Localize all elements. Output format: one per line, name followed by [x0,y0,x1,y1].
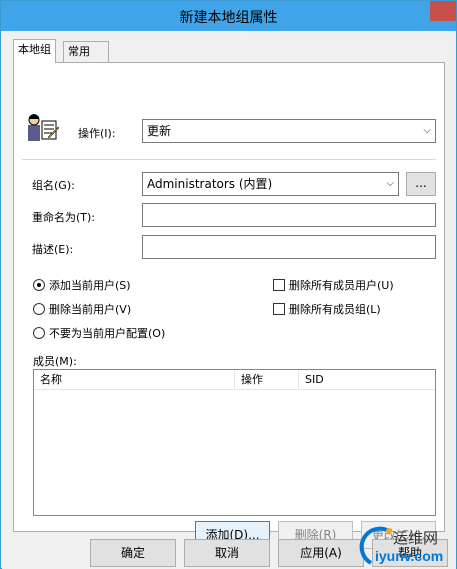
action-select[interactable]: 更新 ⌵ [142,119,436,143]
separator [22,159,436,160]
browse-button[interactable]: ... [406,172,436,196]
chevron-down-icon: ⌵ [386,178,394,189]
checkbox-remove-member-users[interactable] [273,279,285,291]
group-name-label: 组名(G): [32,179,75,192]
apply-button[interactable]: 应用(A) [278,539,364,567]
tab-common[interactable]: 常用 [63,41,109,63]
radio-remove-current-user[interactable] [33,303,45,315]
radio-add-current-user-label: 添加当前用户(S) [49,279,131,292]
tab-local-group[interactable]: 本地组 [13,39,56,63]
dialog-body: 本地组 常用 操作(I): 更新 ⌵ 组名(G): Administrators… [2,31,456,569]
tab-panel: 操作(I): 更新 ⌵ 组名(G): Administrators (内置) ⌵… [13,62,445,549]
members-list[interactable]: 名称 操作 SID [33,369,436,516]
radio-no-config-label: 不要为当前用户配置(O) [49,327,166,340]
checkbox-remove-member-groups-label: 删除所有成员组(L) [289,303,381,316]
chevron-down-icon: ⌵ [423,125,431,136]
rename-label: 重命名为(T): [32,211,96,224]
radio-remove-current-user-label: 删除当前用户(V) [49,303,132,316]
dialog-window: 新建本地组属性 本地组 常用 操作(I): 更新 ⌵ 组名(G): Admini… [0,0,457,569]
watermark-logo: 运维网 iyunv.com [359,526,443,565]
watermark-text-2: iyunv.com [375,548,443,564]
checkbox-remove-member-groups[interactable] [273,303,285,315]
group-name-select[interactable]: Administrators (内置) ⌵ [142,172,399,196]
description-field[interactable] [142,235,436,259]
rename-field[interactable] [142,203,436,227]
action-label: 操作(I): [78,127,116,140]
column-header-action[interactable]: 操作 [235,370,299,390]
group-name-value: Administrators (内置) [147,177,273,191]
local-group-icon [28,114,60,141]
action-select-value: 更新 [147,124,172,138]
window-title: 新建本地组属性 [179,10,278,26]
cancel-button[interactable]: 取消 [184,539,270,567]
title-bar[interactable]: 新建本地组属性 [1,1,456,31]
members-label: 成员(M): [33,355,77,368]
checkbox-remove-member-users-label: 删除所有成员用户(U) [289,279,394,292]
close-button[interactable] [430,1,456,21]
radio-add-current-user[interactable] [33,279,45,291]
ok-button[interactable]: 确定 [90,539,176,567]
watermark-text-1: 运维网 [393,530,438,547]
radio-no-config[interactable] [33,327,45,339]
column-header-name[interactable]: 名称 [34,370,235,390]
description-label: 描述(E): [32,243,74,256]
column-header-sid[interactable]: SID [299,370,435,390]
